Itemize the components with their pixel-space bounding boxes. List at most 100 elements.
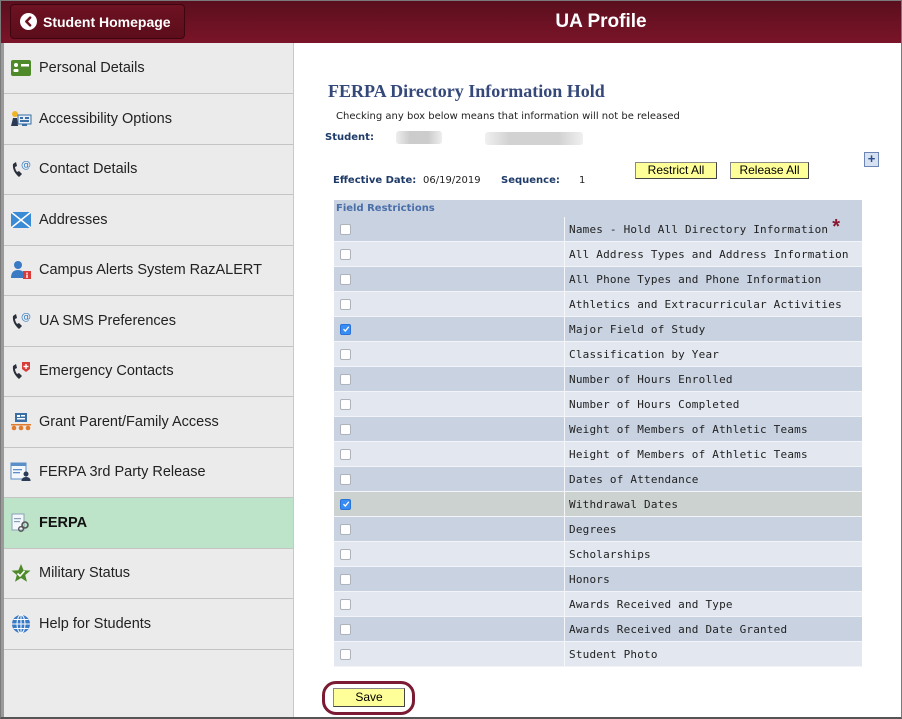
svg-text:@: @ [21,312,31,323]
sidebar-item-help-for-students[interactable]: Help for Students [4,599,293,650]
sequence-value: 1 [579,175,586,186]
restriction-checkbox[interactable] [340,373,351,385]
checkmark-icon [342,501,349,507]
sidebar-item-ferpa[interactable]: FERPA [4,498,293,549]
sidebar-item-ua-sms-preferences[interactable]: @ UA SMS Preferences [4,296,293,347]
checkbox-cell [334,242,565,266]
chevron-left-icon [20,13,37,30]
restriction-label-cell: Student Photo [565,642,862,666]
sequence-label: Sequence: [501,175,560,186]
restriction-row: Number of Hours Enrolled [334,367,862,392]
user-alert-icon [10,259,32,281]
restriction-checkbox[interactable] [340,323,351,335]
release-all-button[interactable]: Release All [730,162,809,179]
restriction-checkbox[interactable] [340,398,351,410]
restriction-checkbox[interactable] [340,223,351,235]
restriction-checkbox[interactable] [340,523,351,535]
student-label: Student: [325,132,374,143]
checkbox-cell [334,217,565,241]
restriction-checkbox[interactable] [340,448,351,460]
restriction-checkbox[interactable] [340,273,351,285]
checkmark-icon [342,326,349,332]
envelope-icon [10,209,32,231]
phone-at-icon: @ [10,158,32,180]
restriction-row: Student Photo [334,642,862,667]
sidebar-item-contact-details[interactable]: @ Contact Details [4,145,293,195]
family-access-icon [10,411,32,433]
restriction-row: Degrees [334,517,862,542]
checkbox-cell [334,642,565,666]
sidebar-item-accessibility-options[interactable]: Accessibility Options [4,94,293,145]
restriction-label-cell: Awards Received and Type [565,592,862,616]
restriction-row: All Phone Types and Phone Information [334,267,862,292]
restriction-label: Student Photo [569,647,658,661]
restriction-checkbox[interactable] [340,498,351,510]
document-person-icon [10,461,32,483]
restriction-label-cell: Number of Hours Completed [565,392,862,416]
restriction-label-cell: All Address Types and Address Informatio… [565,242,862,266]
effective-date-label: Effective Date: [333,175,417,186]
star-check-icon [10,562,32,584]
checkbox-cell [334,317,565,341]
restriction-label-cell: Major Field of Study [565,317,862,341]
sidebar-item-label: UA SMS Preferences [39,312,176,329]
restriction-row: Weight of Members of Athletic Teams [334,417,862,442]
sidebar: Personal Details Accessibility Options @ Co… [1,43,294,717]
sidebar-item-label: Campus Alerts System RazALERT [39,262,262,279]
restriction-label-cell: Honors [565,567,862,591]
sidebar-item-personal-details[interactable]: Personal Details [4,43,293,94]
student-homepage-button[interactable]: Student Homepage [10,4,185,39]
restriction-checkbox[interactable] [340,423,351,435]
sidebar-item-ferpa-3rd-party-release[interactable]: FERPA 3rd Party Release [4,448,293,498]
sidebar-item-label: Accessibility Options [39,110,172,127]
restriction-checkbox[interactable] [340,348,351,360]
restrict-all-button[interactable]: Restrict All [635,162,717,179]
sidebar-item-emergency-contacts[interactable]: Emergency Contacts [4,347,293,397]
restriction-row: Major Field of Study [334,317,862,342]
checkbox-cell [334,292,565,316]
sidebar-item-grant-parent-family-access[interactable]: Grant Parent/Family Access [4,397,293,448]
restriction-checkbox[interactable] [340,648,351,660]
restriction-label: Awards Received and Date Granted [569,622,788,636]
accessibility-icon [10,108,32,130]
sidebar-item-military-status[interactable]: Military Status [4,549,293,599]
restriction-checkbox[interactable] [340,598,351,610]
restriction-label: All Address Types and Address Informatio… [569,247,849,261]
required-asterisk-icon: * [832,216,841,238]
ferpa-title: FERPA Directory Information Hold [328,81,605,101]
restriction-label: Height of Members of Athletic Teams [569,447,808,461]
restriction-label-cell: All Phone Types and Phone Information [565,267,862,291]
sidebar-item-addresses[interactable]: Addresses [4,195,293,246]
restriction-checkbox[interactable] [340,573,351,585]
instruction-text: Checking any box below means that inform… [336,111,680,122]
id-card-icon [10,57,32,79]
restriction-label: Major Field of Study [569,322,706,336]
sidebar-item-label: Personal Details [39,60,145,76]
restriction-checkbox[interactable] [340,298,351,310]
restriction-checkbox[interactable] [340,473,351,485]
restriction-label: Names - Hold All Directory Information [569,222,829,236]
sidebar-item-label: Contact Details [39,161,138,178]
add-row-icon[interactable]: + [864,152,879,167]
restriction-row: Height of Members of Athletic Teams [334,442,862,467]
restriction-checkbox[interactable] [340,623,351,635]
sidebar-item-label: Military Status [39,565,131,582]
checkbox-cell [334,517,565,541]
sidebar-item-label: Emergency Contacts [39,363,174,380]
restriction-label-cell: Withdrawal Dates [565,492,862,516]
checkbox-cell [334,492,565,516]
restriction-row: Withdrawal Dates [334,492,862,517]
restriction-row: Athletics and Extracurricular Activities [334,292,862,317]
sidebar-item-label: Addresses [39,211,108,228]
save-button[interactable]: Save [333,688,405,707]
restriction-row: Scholarships [334,542,862,567]
restriction-label: Athletics and Extracurricular Activities [569,297,842,311]
document-gear-icon [10,512,32,534]
restriction-label-cell: Number of Hours Enrolled [565,367,862,391]
restriction-checkbox[interactable] [340,548,351,560]
restriction-checkbox[interactable] [340,248,351,260]
restriction-label: Number of Hours Enrolled [569,372,733,386]
sidebar-item-campus-alerts-system-razalert[interactable]: Campus Alerts System RazALERT [4,246,293,296]
checkbox-cell [334,442,565,466]
restriction-row: Classification by Year [334,342,862,367]
